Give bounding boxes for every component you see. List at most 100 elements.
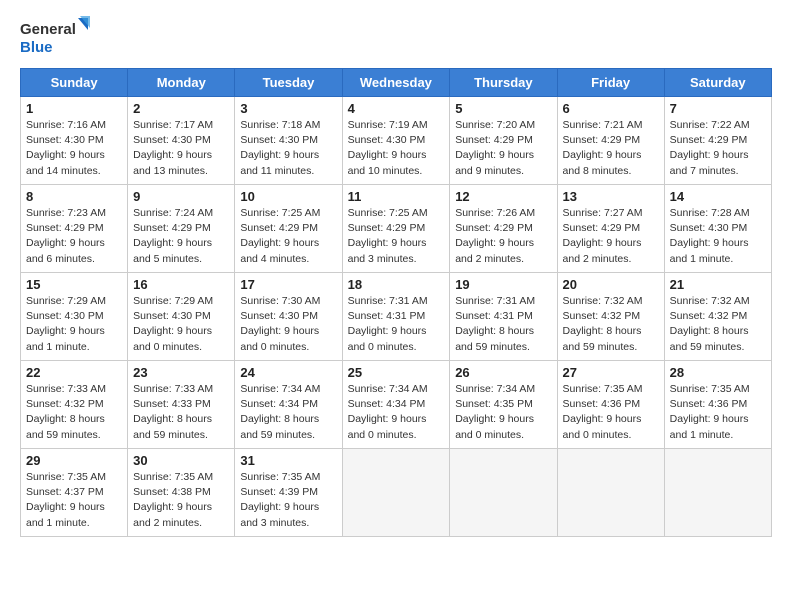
day-number: 30	[133, 453, 229, 468]
day-info: Sunrise: 7:23 AMSunset: 4:29 PMDaylight:…	[26, 206, 122, 267]
day-info: Sunrise: 7:35 AMSunset: 4:39 PMDaylight:…	[240, 470, 336, 531]
day-number: 26	[455, 365, 551, 380]
day-header-saturday: Saturday	[664, 69, 771, 97]
calendar-cell	[557, 449, 664, 537]
day-info: Sunrise: 7:30 AMSunset: 4:30 PMDaylight:…	[240, 294, 336, 355]
day-info: Sunrise: 7:27 AMSunset: 4:29 PMDaylight:…	[563, 206, 659, 267]
calendar-cell: 17 Sunrise: 7:30 AMSunset: 4:30 PMDayligh…	[235, 273, 342, 361]
day-number: 8	[26, 189, 122, 204]
calendar-cell: 5Sunrise: 7:20 AMSunset: 4:29 PMDaylight…	[450, 97, 557, 185]
day-info: Sunrise: 7:32 AMSunset: 4:32 PMDaylight:…	[670, 294, 766, 355]
svg-text:Blue: Blue	[20, 39, 53, 56]
day-info: Sunrise: 7:35 AMSunset: 4:38 PMDaylight:…	[133, 470, 229, 531]
calendar-cell: 31Sunrise: 7:35 AMSunset: 4:39 PMDayligh…	[235, 449, 342, 537]
day-info: Sunrise: 7:32 AMSunset: 4:32 PMDaylight:…	[563, 294, 659, 355]
day-info: Sunrise: 7:19 AMSunset: 4:30 PMDaylight:…	[348, 118, 445, 179]
day-number: 10	[240, 189, 336, 204]
day-header-friday: Friday	[557, 69, 664, 97]
day-number: 9	[133, 189, 229, 204]
day-info: Sunrise: 7:35 AMSunset: 4:36 PMDaylight:…	[563, 382, 659, 443]
day-number: 17	[240, 277, 336, 292]
calendar-cell: 24 Sunrise: 7:34 AMSunset: 4:34 PMDayligh…	[235, 361, 342, 449]
day-header-sunday: Sunday	[21, 69, 128, 97]
day-number: 23	[133, 365, 229, 380]
day-number: 25	[348, 365, 445, 380]
day-number: 6	[563, 101, 659, 116]
day-info: Sunrise: 7:34 AMSunset: 4:34 PMDaylight:…	[348, 382, 445, 443]
calendar-cell: 9 Sunrise: 7:24 AMSunset: 4:29 PMDaylight…	[128, 185, 235, 273]
day-header-monday: Monday	[128, 69, 235, 97]
day-number: 15	[26, 277, 122, 292]
calendar-cell: 28Sunrise: 7:35 AMSunset: 4:36 PMDayligh…	[664, 361, 771, 449]
day-header-thursday: Thursday	[450, 69, 557, 97]
day-number: 24	[240, 365, 336, 380]
calendar-cell: 26 Sunrise: 7:34 AMSunset: 4:35 PMDayligh…	[450, 361, 557, 449]
day-info: Sunrise: 7:29 AMSunset: 4:30 PMDaylight:…	[133, 294, 229, 355]
calendar-cell: 11 Sunrise: 7:25 AMSunset: 4:29 PMDayligh…	[342, 185, 450, 273]
calendar-cell: 14 Sunrise: 7:28 AMSunset: 4:30 PMDayligh…	[664, 185, 771, 273]
day-number: 22	[26, 365, 122, 380]
day-info: Sunrise: 7:31 AMSunset: 4:31 PMDaylight:…	[348, 294, 445, 355]
header-row: SundayMondayTuesdayWednesdayThursdayFrid…	[21, 69, 772, 97]
day-header-wednesday: Wednesday	[342, 69, 450, 97]
day-info: Sunrise: 7:28 AMSunset: 4:30 PMDaylight:…	[670, 206, 766, 267]
calendar-cell: 30 Sunrise: 7:35 AMSunset: 4:38 PMDayligh…	[128, 449, 235, 537]
calendar-cell: 10 Sunrise: 7:25 AMSunset: 4:29 PMDayligh…	[235, 185, 342, 273]
header: General Blue	[20, 16, 772, 58]
day-info: Sunrise: 7:21 AMSunset: 4:29 PMDaylight:…	[563, 118, 659, 179]
logo: General Blue	[20, 16, 90, 58]
day-info: Sunrise: 7:17 AMSunset: 4:30 PMDaylight:…	[133, 118, 229, 179]
svg-text:General: General	[20, 21, 76, 38]
week-row-1: 1Sunrise: 7:16 AMSunset: 4:30 PMDaylight…	[21, 97, 772, 185]
calendar-cell: 12 Sunrise: 7:26 AMSunset: 4:29 PMDayligh…	[450, 185, 557, 273]
day-info: Sunrise: 7:16 AMSunset: 4:30 PMDaylight:…	[26, 118, 122, 179]
day-info: Sunrise: 7:25 AMSunset: 4:29 PMDaylight:…	[348, 206, 445, 267]
day-info: Sunrise: 7:34 AMSunset: 4:34 PMDaylight:…	[240, 382, 336, 443]
day-info: Sunrise: 7:33 AMSunset: 4:33 PMDaylight:…	[133, 382, 229, 443]
day-number: 28	[670, 365, 766, 380]
calendar-cell: 6 Sunrise: 7:21 AMSunset: 4:29 PMDaylight…	[557, 97, 664, 185]
day-number: 3	[240, 101, 336, 116]
day-number: 29	[26, 453, 122, 468]
day-number: 12	[455, 189, 551, 204]
day-info: Sunrise: 7:34 AMSunset: 4:35 PMDaylight:…	[455, 382, 551, 443]
day-number: 21	[670, 277, 766, 292]
day-header-tuesday: Tuesday	[235, 69, 342, 97]
calendar-cell: 29 Sunrise: 7:35 AMSunset: 4:37 PMDayligh…	[21, 449, 128, 537]
week-row-5: 29 Sunrise: 7:35 AMSunset: 4:37 PMDayligh…	[21, 449, 772, 537]
calendar-cell	[450, 449, 557, 537]
calendar-cell: 16 Sunrise: 7:29 AMSunset: 4:30 PMDayligh…	[128, 273, 235, 361]
calendar-cell: 8 Sunrise: 7:23 AMSunset: 4:29 PMDaylight…	[21, 185, 128, 273]
day-number: 27	[563, 365, 659, 380]
calendar-table: SundayMondayTuesdayWednesdayThursdayFrid…	[20, 68, 772, 537]
day-number: 2	[133, 101, 229, 116]
day-number: 19	[455, 277, 551, 292]
day-number: 14	[670, 189, 766, 204]
calendar-cell: 7Sunrise: 7:22 AMSunset: 4:29 PMDaylight…	[664, 97, 771, 185]
calendar-cell: 25 Sunrise: 7:34 AMSunset: 4:34 PMDayligh…	[342, 361, 450, 449]
day-info: Sunrise: 7:20 AMSunset: 4:29 PMDaylight:…	[455, 118, 551, 179]
day-info: Sunrise: 7:31 AMSunset: 4:31 PMDaylight:…	[455, 294, 551, 355]
day-info: Sunrise: 7:25 AMSunset: 4:29 PMDaylight:…	[240, 206, 336, 267]
calendar-cell	[342, 449, 450, 537]
calendar-cell: 18Sunrise: 7:31 AMSunset: 4:31 PMDayligh…	[342, 273, 450, 361]
calendar-cell: 1Sunrise: 7:16 AMSunset: 4:30 PMDaylight…	[21, 97, 128, 185]
calendar-cell: 13 Sunrise: 7:27 AMSunset: 4:29 PMDayligh…	[557, 185, 664, 273]
day-info: Sunrise: 7:26 AMSunset: 4:29 PMDaylight:…	[455, 206, 551, 267]
day-number: 16	[133, 277, 229, 292]
calendar-cell: 2 Sunrise: 7:17 AMSunset: 4:30 PMDaylight…	[128, 97, 235, 185]
calendar-cell: 4 Sunrise: 7:19 AMSunset: 4:30 PMDaylight…	[342, 97, 450, 185]
day-info: Sunrise: 7:35 AMSunset: 4:37 PMDaylight:…	[26, 470, 122, 531]
week-row-4: 22 Sunrise: 7:33 AMSunset: 4:32 PMDayligh…	[21, 361, 772, 449]
day-info: Sunrise: 7:29 AMSunset: 4:30 PMDaylight:…	[26, 294, 122, 355]
day-info: Sunrise: 7:24 AMSunset: 4:29 PMDaylight:…	[133, 206, 229, 267]
calendar-cell: 19 Sunrise: 7:31 AMSunset: 4:31 PMDayligh…	[450, 273, 557, 361]
calendar-cell: 23 Sunrise: 7:33 AMSunset: 4:33 PMDayligh…	[128, 361, 235, 449]
week-row-2: 8 Sunrise: 7:23 AMSunset: 4:29 PMDaylight…	[21, 185, 772, 273]
calendar-cell: 27 Sunrise: 7:35 AMSunset: 4:36 PMDayligh…	[557, 361, 664, 449]
day-number: 4	[348, 101, 445, 116]
calendar-cell: 21 Sunrise: 7:32 AMSunset: 4:32 PMDayligh…	[664, 273, 771, 361]
day-number: 13	[563, 189, 659, 204]
day-number: 11	[348, 189, 445, 204]
day-info: Sunrise: 7:33 AMSunset: 4:32 PMDaylight:…	[26, 382, 122, 443]
